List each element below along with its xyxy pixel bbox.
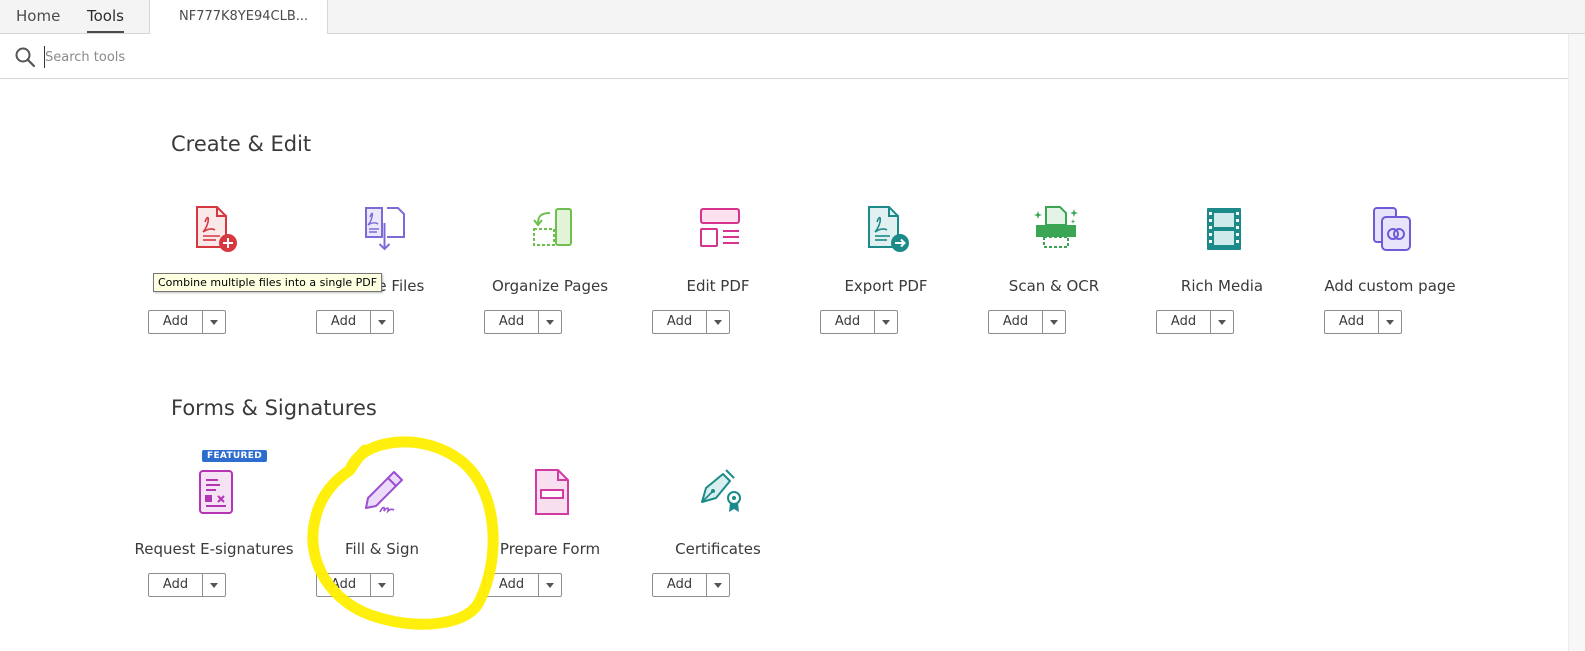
tool-fill-sign[interactable]: Fill & Sign Add	[298, 468, 466, 618]
tool-name: Export PDF	[844, 277, 928, 295]
organize-pages-icon	[533, 208, 572, 246]
add-custom-page-icon	[1373, 207, 1411, 251]
add-split-button: Add	[484, 310, 562, 334]
tool-name: Rich Media	[1180, 277, 1264, 295]
add-button[interactable]: Add	[1157, 311, 1211, 333]
chevron-down-icon	[210, 319, 218, 325]
chevron-down-icon	[714, 582, 722, 588]
request-esignatures-icon	[199, 470, 233, 514]
tool-edit-pdf[interactable]: Edit PDF Add	[634, 205, 802, 355]
prepare-form-icon	[535, 469, 569, 515]
vertical-scrollbar[interactable]	[1568, 34, 1585, 651]
search-input[interactable]	[44, 46, 745, 68]
chevron-down-icon	[378, 582, 386, 588]
section-title-forms-signatures: Forms & Signatures	[171, 396, 377, 420]
tab-home[interactable]: Home	[16, 0, 60, 33]
add-button[interactable]: Add	[1325, 311, 1379, 333]
search-bar	[0, 34, 1585, 79]
add-dropdown-button[interactable]	[875, 311, 897, 333]
search-icon	[15, 47, 36, 68]
fill-sign-icon	[365, 471, 403, 514]
add-dropdown-button[interactable]	[1211, 311, 1233, 333]
add-dropdown-button[interactable]	[203, 574, 225, 596]
add-split-button: Add	[316, 573, 394, 597]
add-dropdown-button[interactable]	[1043, 311, 1065, 333]
featured-badge: FEATURED	[202, 450, 267, 462]
create-pdf-icon	[196, 206, 237, 252]
tool-prepare-form[interactable]: Prepare Form Add	[466, 468, 634, 618]
add-button[interactable]: Add	[317, 311, 371, 333]
add-split-button: Add	[148, 310, 226, 334]
tool-organize-pages[interactable]: Organize Pages Add	[466, 205, 634, 355]
add-split-button: Add	[148, 573, 226, 597]
add-dropdown-button[interactable]	[203, 311, 225, 333]
add-split-button: Add	[1324, 310, 1402, 334]
add-button[interactable]: Add	[821, 311, 875, 333]
add-split-button: Add	[652, 573, 730, 597]
scan-ocr-icon	[1034, 206, 1078, 248]
chevron-down-icon	[546, 319, 554, 325]
tool-name: Request E-signatures	[134, 540, 294, 558]
add-split-button: Add	[988, 310, 1066, 334]
add-split-button: Add	[820, 310, 898, 334]
tooltip: Combine multiple files into a single PDF	[153, 273, 383, 292]
chevron-down-icon	[882, 319, 890, 325]
add-dropdown-button[interactable]	[707, 311, 729, 333]
chevron-down-icon	[546, 582, 554, 588]
add-button[interactable]: Add	[653, 311, 707, 333]
tool-export-pdf[interactable]: Export PDF Add	[802, 205, 970, 355]
rich-media-icon	[1207, 208, 1241, 250]
section-title-create-edit: Create & Edit	[171, 132, 312, 156]
export-pdf-icon	[868, 206, 909, 252]
chevron-down-icon	[1050, 319, 1058, 325]
tool-name: Prepare Form	[499, 540, 601, 558]
add-dropdown-button[interactable]	[539, 311, 561, 333]
tab-tools[interactable]: Tools	[87, 0, 124, 33]
chevron-down-icon	[1218, 319, 1226, 325]
edit-pdf-icon	[700, 208, 740, 247]
add-dropdown-button[interactable]	[539, 574, 561, 596]
chevron-down-icon	[1386, 319, 1394, 325]
add-button[interactable]: Add	[989, 311, 1043, 333]
tab-document[interactable]: NF777K8YE94CLB...	[149, 0, 328, 34]
add-split-button: Add	[484, 573, 562, 597]
add-dropdown-button[interactable]	[371, 574, 393, 596]
add-button[interactable]: Add	[485, 574, 539, 596]
tool-name: Scan & OCR	[1008, 277, 1100, 295]
certificates-icon	[701, 469, 741, 512]
add-button[interactable]: Add	[317, 574, 371, 596]
add-button[interactable]: Add	[485, 311, 539, 333]
add-split-button: Add	[316, 310, 394, 334]
tool-name: Organize Pages	[491, 277, 609, 295]
tool-name: Edit PDF	[686, 277, 750, 295]
add-dropdown-button[interactable]	[707, 574, 729, 596]
tool-rich-media[interactable]: Rich Media Add	[1138, 205, 1306, 355]
chevron-down-icon	[378, 319, 386, 325]
add-button[interactable]: Add	[149, 574, 203, 596]
tool-name: Certificates	[675, 540, 761, 558]
chevron-down-icon	[714, 319, 722, 325]
tool-add-custom-page[interactable]: Add custom page Add	[1306, 205, 1474, 355]
top-tab-bar: Home Tools NF777K8YE94CLB...	[0, 0, 1585, 34]
tool-request-esignatures[interactable]: FEATURED Request E-signatures Add	[130, 450, 298, 618]
tool-scan-ocr[interactable]: Scan & OCR Add	[970, 205, 1138, 355]
add-button[interactable]: Add	[653, 574, 707, 596]
tool-name: Add custom page	[1324, 277, 1456, 295]
tool-certificates[interactable]: Certificates Add	[634, 468, 802, 618]
tool-name: Fill & Sign	[345, 540, 419, 558]
combine-files-icon	[365, 207, 405, 251]
add-split-button: Add	[1156, 310, 1234, 334]
chevron-down-icon	[210, 582, 218, 588]
add-split-button: Add	[652, 310, 730, 334]
add-dropdown-button[interactable]	[371, 311, 393, 333]
add-button[interactable]: Add	[149, 311, 203, 333]
add-dropdown-button[interactable]	[1379, 311, 1401, 333]
